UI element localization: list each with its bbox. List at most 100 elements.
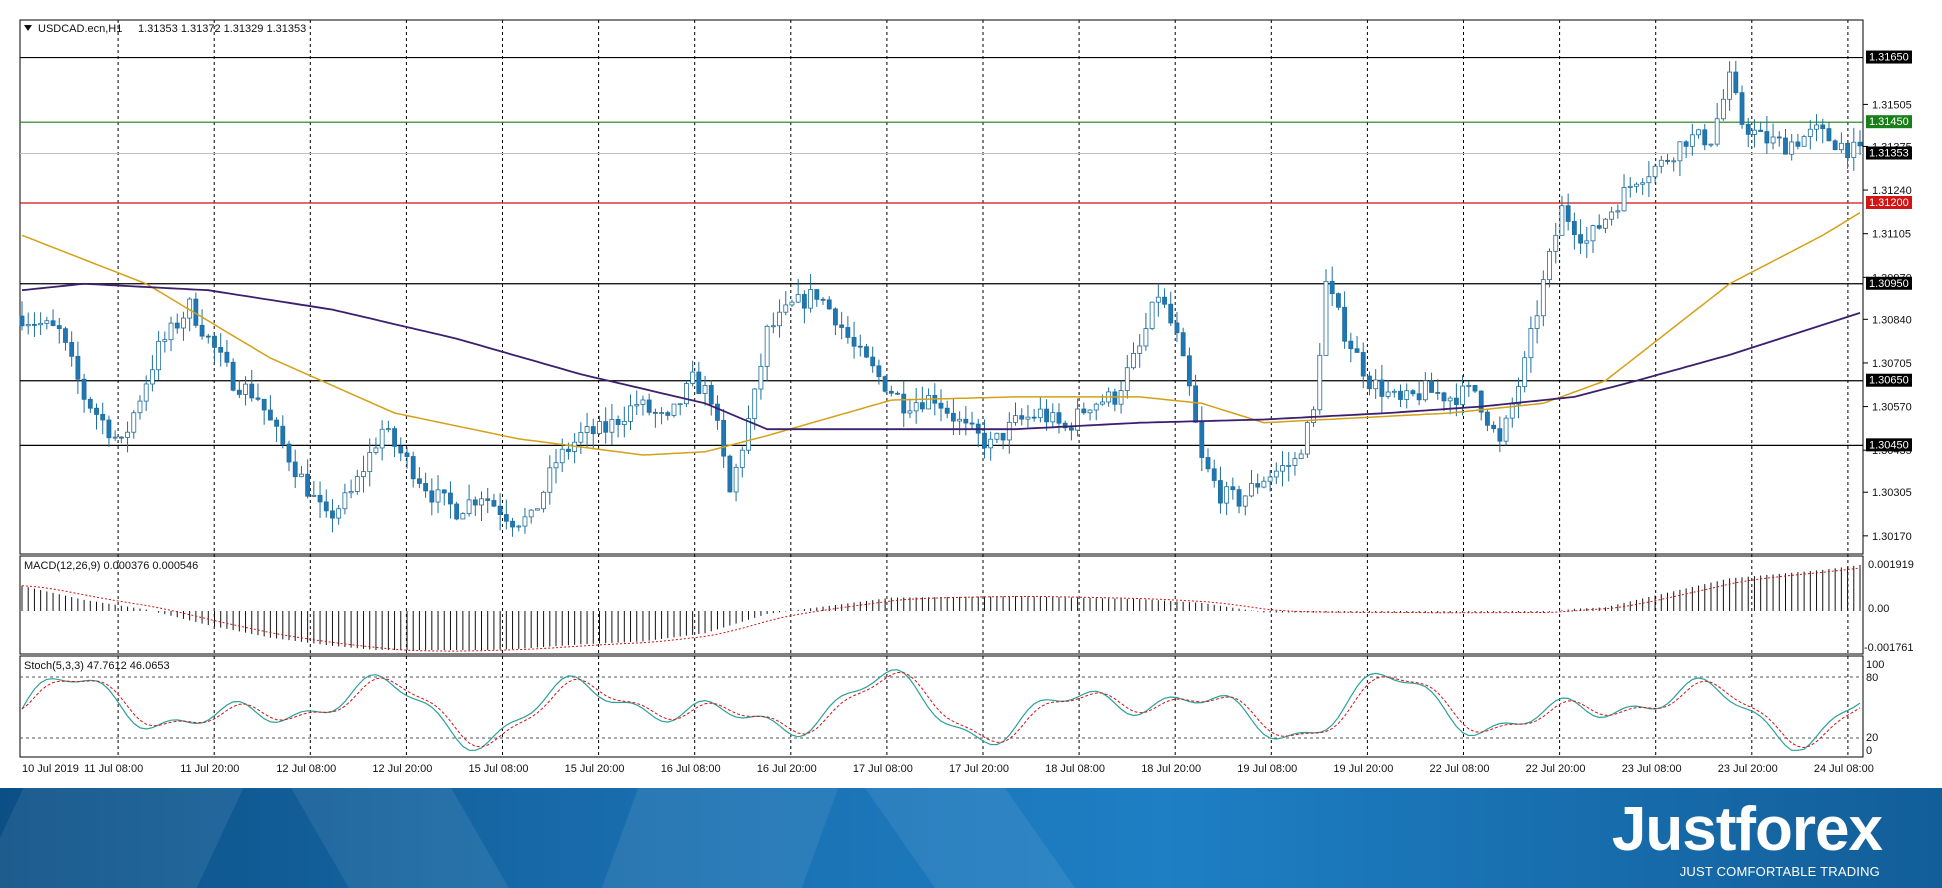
candle-body xyxy=(1745,124,1751,135)
brand-tagline: JUST COMFORTABLE TRADING xyxy=(1679,864,1880,879)
candle-body xyxy=(1646,176,1652,184)
price-tick-label: 1.30840 xyxy=(1872,314,1912,326)
candle-body xyxy=(944,407,950,414)
candle-body xyxy=(32,323,37,326)
candle-body xyxy=(199,324,205,337)
candle-body xyxy=(963,418,969,424)
candle-body xyxy=(1789,141,1795,155)
candle-body xyxy=(597,421,602,435)
candle-body xyxy=(441,489,447,494)
candle-body xyxy=(69,342,75,357)
candle-body xyxy=(1603,218,1608,229)
candle-body xyxy=(1838,142,1844,151)
time-label: 16 Jul 08:00 xyxy=(661,763,721,775)
candle-body xyxy=(479,498,484,506)
candle-body xyxy=(795,294,801,303)
time-label: 19 Jul 08:00 xyxy=(1237,763,1297,775)
candle-body xyxy=(1013,415,1018,423)
candle-body xyxy=(621,420,627,425)
candle-body xyxy=(106,419,112,439)
time-label: 23 Jul 08:00 xyxy=(1622,763,1682,775)
candle-body xyxy=(174,322,180,329)
candle-body xyxy=(1497,428,1503,442)
candle-body xyxy=(367,452,373,473)
time-label: 12 Jul 20:00 xyxy=(372,763,432,775)
candle-body xyxy=(1273,470,1279,478)
candle-body xyxy=(820,298,826,301)
candle-body xyxy=(81,378,87,400)
time-label: 18 Jul 20:00 xyxy=(1141,763,1201,775)
candle-body xyxy=(1391,390,1397,393)
candle-body xyxy=(1590,225,1596,242)
candle-body xyxy=(1385,391,1391,397)
candle-body xyxy=(516,525,522,528)
time-label: 24 Jul 08:00 xyxy=(1814,763,1874,775)
candle-body xyxy=(982,432,987,449)
stoch-panel-frame xyxy=(19,655,1864,758)
candle-body xyxy=(1317,354,1323,411)
candle-body xyxy=(541,491,547,510)
time-label: 17 Jul 20:00 xyxy=(949,763,1009,775)
candle-body xyxy=(1658,159,1664,167)
footer-decor xyxy=(601,788,839,888)
candle-body xyxy=(137,400,143,414)
candle-body xyxy=(783,304,789,313)
candle-body xyxy=(1832,140,1838,151)
candle-body xyxy=(1037,408,1043,419)
candle-body xyxy=(1522,357,1528,387)
candle-body xyxy=(559,448,565,464)
candle-body xyxy=(1634,183,1639,187)
candle-body xyxy=(1503,417,1509,442)
candle-body xyxy=(1677,141,1683,162)
price-axis: 1.315051.313751.312401.311051.309701.308… xyxy=(1863,99,1912,543)
candle-body xyxy=(510,520,515,528)
candle-body xyxy=(1100,401,1105,405)
candle-body xyxy=(255,397,261,400)
candle-body xyxy=(1441,392,1447,402)
candle-body xyxy=(25,323,31,327)
candle-body xyxy=(1379,379,1385,397)
candle-body xyxy=(162,339,168,342)
candle-body xyxy=(1199,421,1205,458)
candle-body xyxy=(845,327,851,338)
candle-body xyxy=(758,365,764,390)
candle-body xyxy=(1335,293,1341,308)
candle-body xyxy=(764,325,770,367)
candle-body xyxy=(1472,385,1478,392)
candle-body xyxy=(1671,160,1677,163)
candle-body xyxy=(1137,345,1143,354)
macd-axis-label-top: 0.001919 xyxy=(1868,559,1914,571)
time-label: 23 Jul 20:00 xyxy=(1718,763,1778,775)
candle-body xyxy=(1429,380,1434,393)
candle-body xyxy=(1814,124,1819,130)
chart-canvas[interactable]: 1.315051.313751.312401.311051.309701.308… xyxy=(0,0,1942,888)
candle-body xyxy=(311,494,317,497)
candle-body xyxy=(1398,390,1403,400)
candle-body xyxy=(1031,416,1037,419)
candle-body xyxy=(336,508,342,519)
candle-body xyxy=(1820,124,1826,130)
candle-body xyxy=(435,489,441,503)
price-level-label: 1.30950 xyxy=(1869,278,1909,290)
candle-body xyxy=(876,365,882,378)
candle-body xyxy=(895,392,900,395)
candle-body xyxy=(677,403,683,406)
candle-body xyxy=(1149,301,1155,329)
candle-body xyxy=(1826,128,1832,142)
price-tick-label: 1.31105 xyxy=(1872,229,1911,241)
candle-body xyxy=(1621,187,1627,212)
candle-body xyxy=(1783,137,1788,155)
candle-body xyxy=(690,371,696,384)
candle-body xyxy=(1584,240,1590,244)
candle-body xyxy=(243,383,248,395)
candle-body xyxy=(1193,385,1198,423)
candle-body xyxy=(1019,415,1025,420)
candle-body xyxy=(1205,457,1211,470)
candle-body xyxy=(1764,131,1770,144)
candle-body xyxy=(640,399,646,405)
candle-body xyxy=(808,289,814,309)
candle-body xyxy=(1186,355,1192,387)
candle-body xyxy=(261,398,267,411)
candle-body xyxy=(1689,134,1695,147)
candle-body xyxy=(50,320,56,326)
